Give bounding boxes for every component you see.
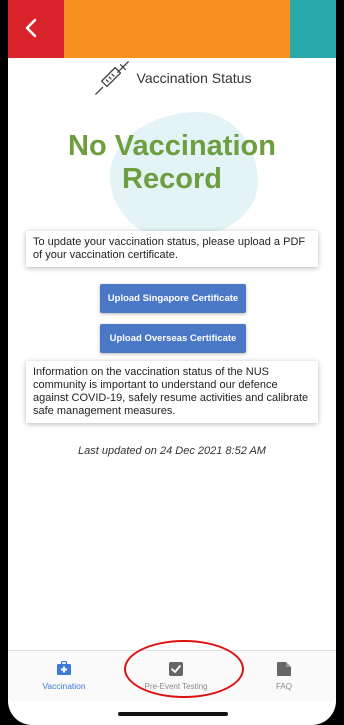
bottom-navigation: Vaccination Pre-Event Testing FAQ xyxy=(8,650,336,701)
phone-screen: Vaccination Status No Vaccination Record… xyxy=(8,0,336,725)
upload-info-card: To update your vaccination status, pleas… xyxy=(26,231,318,267)
header-segment-red xyxy=(8,0,64,58)
header-segment-teal xyxy=(290,0,336,58)
tab-faq[interactable]: FAQ xyxy=(234,651,334,701)
vaccination-status-header: Vaccination Status xyxy=(8,58,336,98)
checkbox-icon xyxy=(169,661,183,676)
tab-pre-event-testing-label: Pre-Event Testing xyxy=(144,681,208,691)
upload-overseas-certificate-button[interactable]: Upload Overseas Certificate xyxy=(100,324,246,353)
syringe-icon xyxy=(94,61,129,95)
tab-vaccination[interactable]: Vaccination xyxy=(14,651,114,701)
no-record-title-line1: No Vaccination xyxy=(68,130,276,162)
no-record-title: No Vaccination Record xyxy=(8,130,336,196)
upload-info-text: To update your vaccination status, pleas… xyxy=(33,236,306,261)
tab-faq-label: FAQ xyxy=(275,681,292,691)
vaccination-status-label: Vaccination Status xyxy=(136,70,252,86)
tab-pre-event-testing[interactable]: Pre-Event Testing xyxy=(126,651,226,701)
header-segment-orange xyxy=(64,0,290,58)
header-bar xyxy=(8,0,336,58)
upload-singapore-certificate-button[interactable]: Upload Singapore Certificate xyxy=(100,284,246,313)
last-updated-text: Last updated on 24 Dec 2021 8:52 AM xyxy=(78,445,266,457)
no-record-title-line2: Record xyxy=(122,163,222,195)
nus-info-card: Information on the vaccination status of… xyxy=(26,361,318,423)
document-icon xyxy=(277,661,291,676)
chevron-left-icon[interactable] xyxy=(20,16,42,40)
nus-info-text: Information on the vaccination status of… xyxy=(33,366,309,417)
medical-kit-icon xyxy=(57,661,71,675)
home-indicator[interactable] xyxy=(118,712,228,716)
tab-vaccination-label: Vaccination xyxy=(42,681,86,691)
